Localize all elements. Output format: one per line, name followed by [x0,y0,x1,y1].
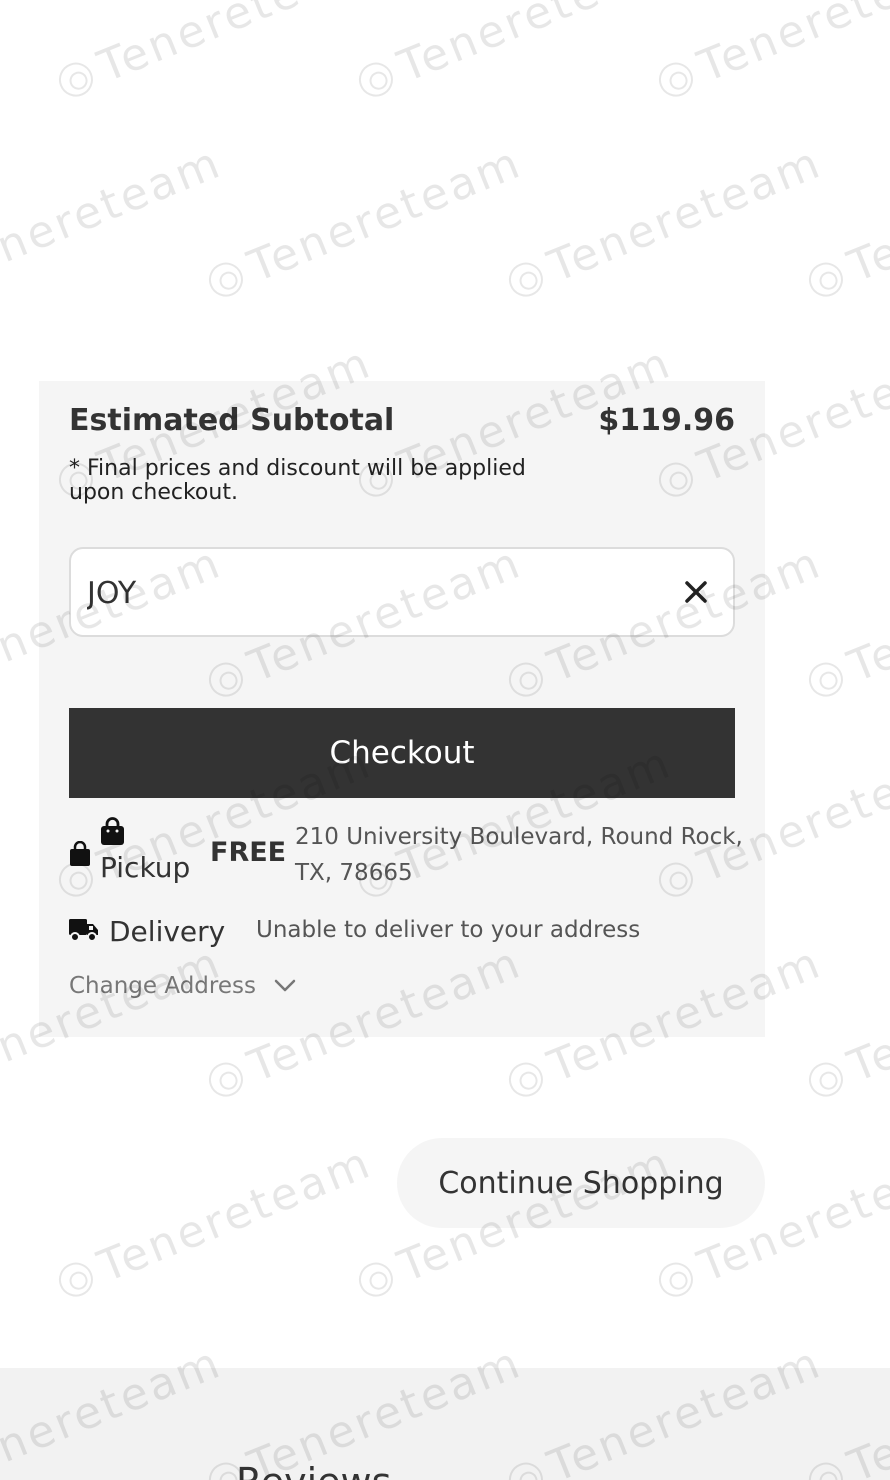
watermark: Tenereteam [350,0,679,109]
watermark-seal-icon [653,57,698,102]
pickup-label: Pickup [100,851,191,884]
watermark-seal-icon [353,57,398,102]
watermark-seal-icon [53,1257,98,1302]
reviews-heading: Reviews [236,1460,391,1480]
clear-promo-button[interactable] [679,575,713,609]
watermark-text: Tenereteam [841,936,890,1093]
watermark-text: Tenereteam [0,136,230,293]
watermark-seal-icon [353,1257,398,1302]
change-address-toggle[interactable]: Change Address [69,973,296,999]
watermark-seal-icon [503,257,548,302]
shopping-bag-icon [101,817,124,845]
watermark: Tenereteam [800,137,890,309]
watermark-seal-icon [803,257,848,302]
watermark: Tenereteam [650,0,890,109]
watermark: Tenereteam [0,137,229,309]
delivery-option[interactable]: Delivery Unable to deliver to your addre… [69,911,735,955]
pickup-option[interactable]: Pickup FREE 210 University Boulevard, Ro… [69,817,743,893]
watermark-text: Tenereteam [391,0,680,93]
watermark-seal-icon [203,257,248,302]
watermark-text: Tenereteam [691,0,890,93]
close-icon [685,581,707,603]
chevron-down-icon [274,979,296,992]
pickup-address: 210 University Boulevard, Round Rock, TX… [295,824,743,886]
delivery-status: Unable to deliver to your address [256,917,641,943]
order-summary-panel: Estimated Subtotal $119.96 * Final price… [39,381,765,1037]
watermark: Tenereteam [500,137,829,309]
reviews-section: Reviews [0,1368,890,1480]
continue-shopping-button[interactable]: Continue Shopping [397,1138,765,1228]
change-address-label: Change Address [69,973,256,999]
watermark: Tenereteam [50,0,379,109]
watermark-text: Tenereteam [241,136,530,293]
truck-icon [69,919,98,942]
watermark-seal-icon [803,657,848,702]
watermark-seal-icon [53,57,98,102]
watermark: Tenereteam [800,537,890,709]
watermark: Tenereteam [200,137,529,309]
watermark-seal-icon [503,1057,548,1102]
watermark-text: Tenereteam [541,136,830,293]
watermark-seal-icon [203,1057,248,1102]
promo-code-field [69,547,735,637]
subtotal-label: Estimated Subtotal [69,403,395,438]
watermark-text: Tenereteam [91,1136,380,1293]
watermark-text: Tenereteam [91,0,380,93]
watermark: Tenereteam [50,1137,379,1309]
watermark: Tenereteam [800,937,890,1109]
shopping-bag-icon [70,841,90,866]
watermark-seal-icon [803,1057,848,1102]
watermark-text: Tenereteam [841,136,890,293]
subtotal-amount: $119.96 [598,403,735,438]
watermark-text: Tenereteam [841,536,890,693]
watermark-seal-icon [653,1257,698,1302]
delivery-label: Delivery [109,915,226,948]
pricing-note: * Final prices and discount will be appl… [69,456,526,505]
promo-code-input[interactable] [85,567,649,619]
pickup-price: FREE [210,837,287,868]
checkout-button[interactable]: Checkout [69,708,735,798]
